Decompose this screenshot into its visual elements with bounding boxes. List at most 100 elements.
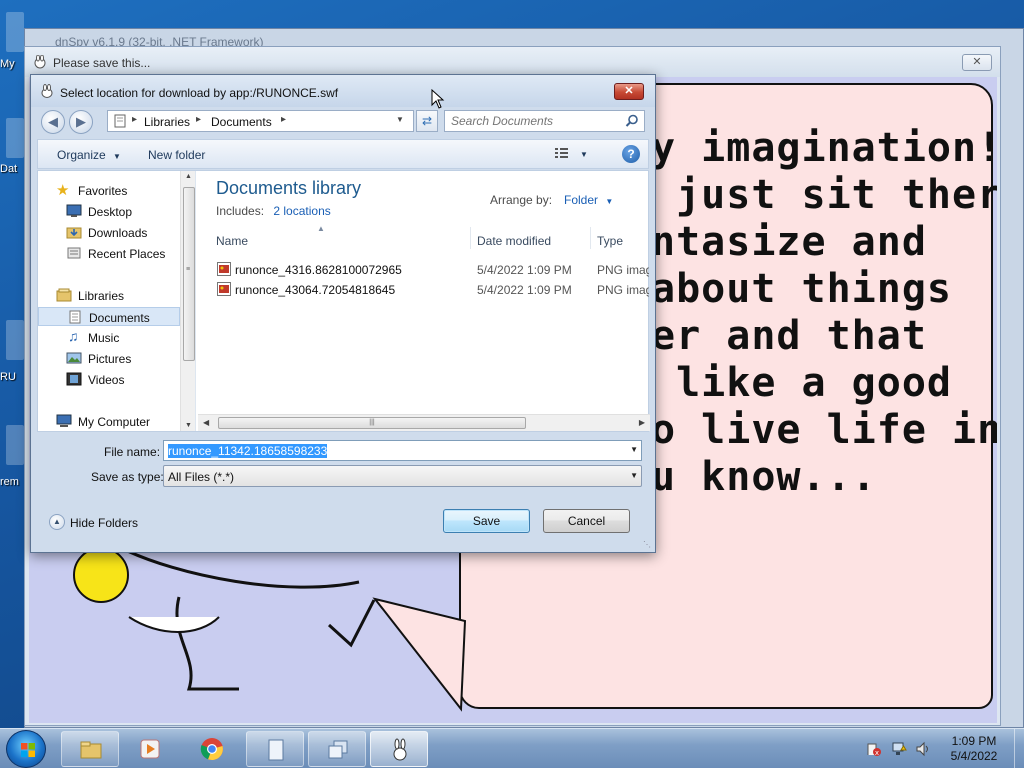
horizontal-scroll-thumb[interactable]: |||	[218, 417, 526, 429]
chevron-down-icon: ▼	[605, 197, 614, 206]
scroll-right-arrow-icon[interactable]: ▶	[639, 418, 645, 427]
taskbar-media-player[interactable]	[121, 731, 179, 767]
dialog-body: ★ Favorites Desktop Downloads Recent Pla…	[37, 170, 650, 432]
chevron-right-icon[interactable]: ▸	[281, 114, 286, 125]
scroll-left-arrow-icon[interactable]: ◀	[203, 418, 209, 427]
nav-label: Music	[88, 331, 120, 345]
file-date: 5/4/2022 1:09 PM	[477, 263, 572, 277]
nav-label: Desktop	[88, 205, 133, 219]
nav-scroll-thumb[interactable]: ≡	[183, 187, 195, 361]
dialog-close-button[interactable]: ✕	[614, 83, 644, 100]
clock-time: 1:09 PM	[951, 734, 997, 748]
refresh-button[interactable]: ⇄	[416, 110, 438, 132]
scroll-up-arrow-icon[interactable]: ▲	[185, 173, 192, 180]
nav-label: Videos	[88, 373, 125, 387]
save-as-type-select[interactable]: All Files (*.*) ▼	[163, 465, 642, 487]
nav-label: Documents	[89, 311, 150, 325]
network-icon[interactable]	[891, 741, 907, 757]
new-folder-button[interactable]: New folder	[148, 148, 205, 162]
taskbar-explorer[interactable]	[61, 731, 119, 767]
taskbar-chrome[interactable]	[183, 731, 241, 767]
back-button[interactable]: ◀	[41, 110, 65, 134]
nav-music[interactable]: ♫ Music	[38, 328, 180, 347]
nav-recent-places[interactable]: Recent Places	[38, 244, 180, 263]
desktop-icon-remove[interactable]	[6, 425, 24, 465]
file-name-combobox[interactable]: runonce_11342.18658598233 ▼	[163, 440, 642, 461]
save-button[interactable]: Save	[443, 509, 530, 533]
clock[interactable]: 1:09 PM 5/4/2022	[934, 734, 1014, 764]
file-list-area: Documents library Includes: 2 locations …	[198, 171, 650, 431]
includes-label: Includes:	[216, 204, 265, 218]
arrange-by-dropdown[interactable]: Folder ▼	[564, 193, 613, 207]
dialog-titlebar[interactable]: Select location for download by app:/RUN…	[31, 75, 655, 107]
cancel-button[interactable]: Cancel	[543, 509, 630, 533]
help-icon[interactable]: ?	[622, 145, 640, 163]
address-bar[interactable]: ▸ Libraries ▸ Documents ▸ ▼	[107, 110, 414, 132]
column-divider[interactable]	[470, 227, 471, 249]
search-box[interactable]	[444, 110, 645, 132]
windows-logo-icon	[21, 743, 35, 757]
column-header-type[interactable]: Type	[597, 234, 623, 248]
nav-libraries[interactable]: Libraries	[38, 286, 180, 305]
desktop-icon-data[interactable]	[6, 118, 24, 158]
chevron-down-icon[interactable]: ▼	[396, 115, 404, 124]
search-icon[interactable]	[625, 114, 639, 128]
organize-button[interactable]: Organize ▼	[57, 148, 121, 162]
scroll-grip-icon: ≡	[186, 266, 191, 273]
arrange-by-label: Arrange by:	[490, 193, 553, 207]
breadcrumb-libraries[interactable]: Libraries	[144, 115, 190, 129]
downloads-folder-icon	[66, 227, 82, 239]
mouse-cursor-icon	[431, 89, 445, 109]
file-row[interactable]: runonce_43064.72054818645 5/4/2022 1:09 …	[216, 280, 649, 300]
desktop-icon-label: Dat	[0, 163, 18, 175]
column-divider[interactable]	[590, 227, 591, 249]
chevron-down-icon[interactable]: ▼	[630, 445, 638, 454]
action-center-icon[interactable]: x	[866, 741, 882, 757]
file-type: PNG imag	[597, 263, 649, 277]
nav-pictures[interactable]: Pictures	[38, 349, 180, 368]
nav-documents[interactable]: Documents	[38, 307, 180, 326]
file-name-input[interactable]: runonce_11342.18658598233	[168, 444, 328, 458]
nav-label: Recent Places	[88, 247, 166, 261]
flash-close-button[interactable]: ✕	[962, 54, 992, 71]
nav-videos[interactable]: Videos	[38, 370, 180, 389]
breadcrumb-documents[interactable]: Documents	[211, 115, 272, 129]
scroll-down-arrow-icon[interactable]: ▼	[185, 422, 192, 429]
hide-folders-toggle[interactable]: ▲ Hide Folders	[49, 514, 139, 530]
save-as-type-value: All Files (*.*)	[168, 470, 235, 484]
volume-icon[interactable]	[915, 741, 931, 757]
scroll-grip-icon: |||	[369, 419, 375, 426]
search-input[interactable]	[451, 114, 621, 128]
resize-grip-icon[interactable]: ⋱	[643, 540, 653, 550]
taskbar-dnspy[interactable]	[308, 731, 366, 767]
locations-link[interactable]: 2 locations	[273, 204, 330, 218]
document-icon	[268, 739, 284, 761]
chevron-down-icon[interactable]: ▼	[580, 150, 588, 159]
start-button[interactable]	[6, 730, 46, 768]
yellow-circle	[73, 547, 129, 603]
nav-scrollbar[interactable]: ▲ ≡ ▼	[180, 171, 195, 431]
windows-stack-icon	[328, 740, 348, 759]
hide-folders-label: Hide Folders	[70, 516, 139, 530]
taskbar-runonce[interactable]	[370, 731, 428, 767]
horizontal-scrollbar[interactable]: ◀ ||| ▶	[198, 414, 650, 431]
view-options-button[interactable]	[554, 146, 570, 163]
show-desktop-button[interactable]	[1014, 729, 1024, 768]
file-name: runonce_43064.72054818645	[235, 283, 396, 297]
clock-date: 5/4/2022	[950, 749, 998, 763]
computer-icon	[56, 414, 72, 427]
forward-button[interactable]: ▶	[69, 110, 93, 134]
column-header-name[interactable]: Name	[216, 234, 248, 248]
taskbar-notepad[interactable]	[246, 731, 304, 767]
nav-favorites[interactable]: ★ Favorites	[38, 181, 180, 200]
star-icon: ★	[56, 182, 70, 199]
chevron-right-icon[interactable]: ▸	[196, 114, 201, 125]
column-header-date[interactable]: Date modified	[477, 234, 551, 248]
nav-desktop[interactable]: Desktop	[38, 202, 180, 221]
file-row[interactable]: runonce_4316.8628100072965 5/4/2022 1:09…	[216, 260, 649, 280]
nav-downloads[interactable]: Downloads	[38, 223, 180, 242]
nav-my-computer[interactable]: My Computer	[38, 412, 180, 431]
chevron-right-icon[interactable]: ▸	[132, 114, 137, 125]
desktop-icon-runonce[interactable]	[6, 320, 24, 360]
desktop-icon-computer[interactable]	[6, 12, 24, 52]
